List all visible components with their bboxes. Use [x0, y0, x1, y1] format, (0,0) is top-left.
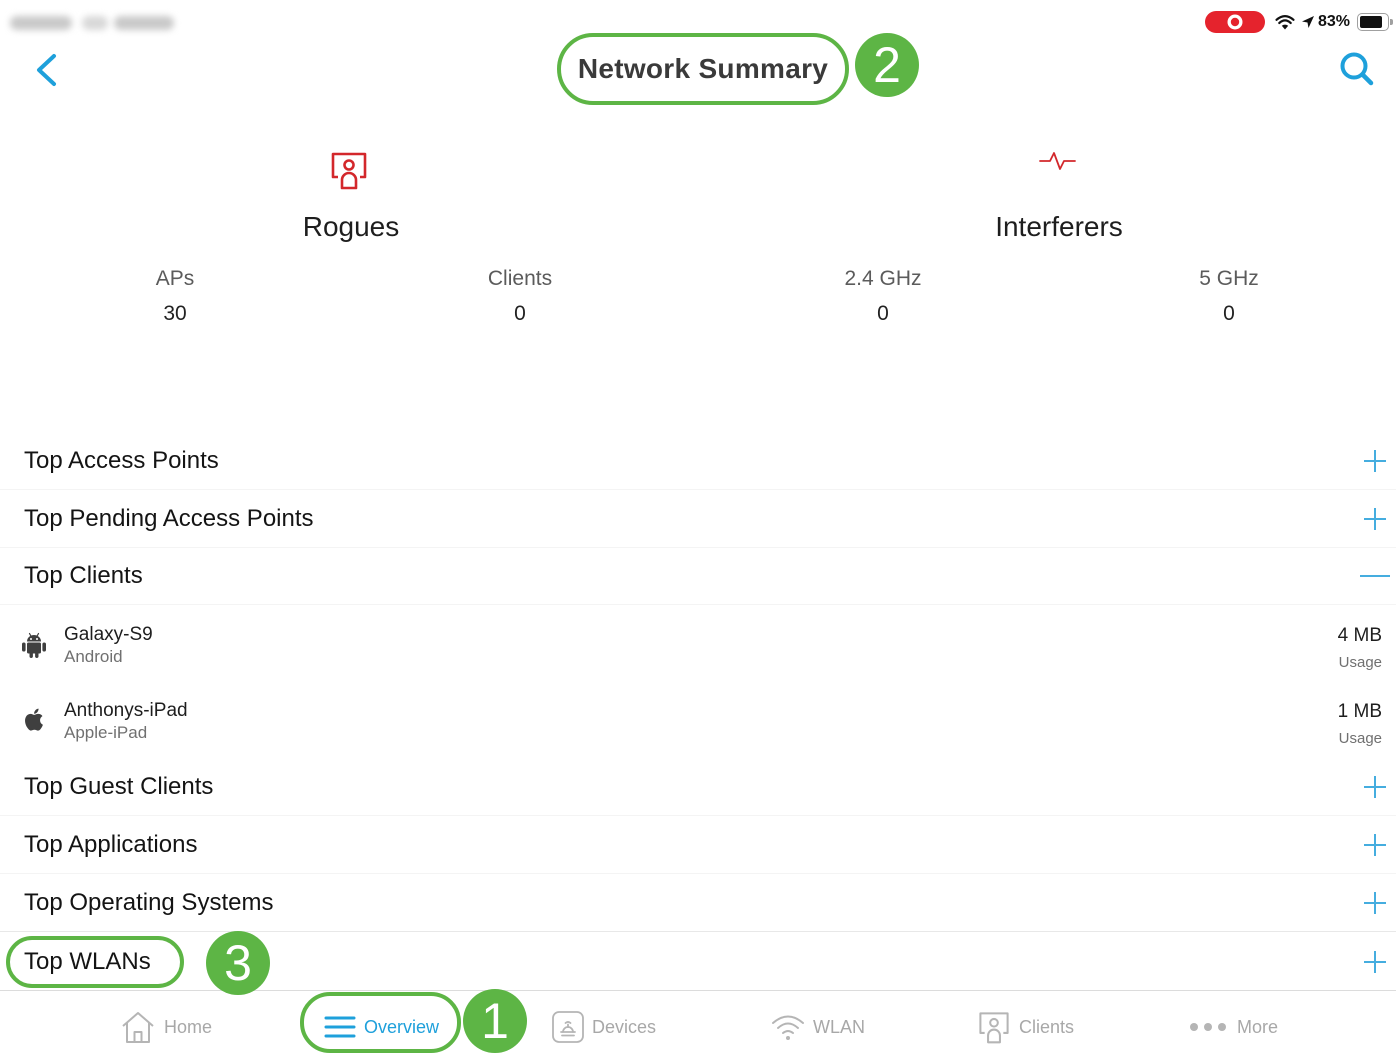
callout-number-badge: 3 [206, 931, 270, 995]
android-icon [21, 631, 47, 659]
rogue-clients-value: 0 [514, 302, 526, 325]
interferers-5ghz-label: 5 GHz [1199, 267, 1259, 290]
devices-icon [552, 1011, 584, 1043]
tab-bar: Home Overview Devices WLAN Clients More [0, 990, 1396, 1054]
plus-icon[interactable] [1363, 775, 1387, 799]
interferers-5ghz-value: 0 [1223, 302, 1235, 325]
section-top-pending-access-points[interactable]: Top Pending Access Points [0, 490, 1396, 548]
client-usage-label: Usage [1338, 730, 1382, 747]
interferers-24ghz-label: 2.4 GHz [844, 267, 922, 290]
rogue-aps-value: 30 [163, 302, 187, 325]
battery-percentage: 83% [1318, 13, 1351, 30]
client-name: Galaxy-S9 [64, 624, 153, 645]
section-label: Top Applications [24, 831, 198, 858]
tab-wlan[interactable]: WLAN [771, 999, 865, 1055]
pulse-icon [1039, 150, 1076, 172]
plus-icon[interactable] [1363, 891, 1387, 915]
tab-label: More [1237, 1016, 1279, 1037]
wifi-icon [771, 1013, 805, 1041]
client-device-type: Android [64, 647, 123, 666]
callout-number-badge: 1 [463, 989, 527, 1053]
section-label: Top Operating Systems [24, 889, 274, 916]
section-top-access-points[interactable]: Top Access Points [0, 432, 1396, 490]
interferers-title: Interferers [995, 211, 1123, 242]
tab-label: WLAN [813, 1016, 866, 1037]
status-bar-carrier-blurred [8, 8, 178, 38]
section-label: Top Access Points [24, 447, 219, 474]
callout-ring-overview-tab [300, 992, 461, 1053]
tab-home[interactable]: Home [120, 999, 212, 1055]
back-button[interactable] [30, 50, 62, 90]
tab-devices[interactable]: Devices [552, 999, 656, 1055]
tab-clients[interactable]: Clients [977, 999, 1074, 1055]
apple-icon [21, 705, 47, 733]
location-arrow-icon [1301, 15, 1315, 29]
clients-icon [977, 1010, 1011, 1044]
client-name: Anthonys-iPad [64, 700, 188, 721]
rogues-title: Rogues [302, 211, 400, 242]
client-list-item[interactable]: Galaxy-S9 Android 4 MB Usage [0, 605, 1396, 681]
interferers-24ghz-value: 0 [877, 302, 889, 325]
chevron-left-icon [30, 50, 62, 90]
rogue-icon [329, 150, 369, 190]
section-top-clients[interactable]: Top Clients [0, 547, 1396, 605]
tab-label: Clients [1019, 1016, 1075, 1037]
section-label: Top Guest Clients [24, 773, 214, 800]
section-label: Top Clients [24, 562, 143, 589]
tab-label: Home [164, 1016, 213, 1037]
rogue-clients-label: Clients [487, 267, 553, 290]
battery-icon [1357, 13, 1393, 31]
screen-recording-indicator[interactable] [1205, 11, 1265, 33]
search-button[interactable] [1336, 48, 1376, 88]
client-usage-label: Usage [1338, 654, 1382, 671]
callout-number-badge: 2 [855, 33, 919, 97]
wifi-signal-icon [1275, 14, 1295, 30]
plus-icon[interactable] [1363, 507, 1387, 531]
more-dots-icon [1190, 1022, 1226, 1032]
callout-ring-page-title [557, 33, 849, 105]
client-list-item[interactable]: Anthonys-iPad Apple-iPad 1 MB Usage [0, 681, 1396, 757]
rogue-aps-label: APs [155, 267, 195, 290]
battery-fill [1360, 16, 1382, 28]
plus-icon[interactable] [1363, 950, 1387, 974]
home-icon [120, 1010, 156, 1044]
tab-more[interactable]: More [1190, 999, 1278, 1055]
client-usage-value: 1 MB [1337, 701, 1382, 722]
callout-ring-top-wlans [6, 936, 184, 988]
battery-nub [1390, 18, 1393, 25]
section-top-applications[interactable]: Top Applications [0, 816, 1396, 874]
tab-label: Devices [592, 1016, 657, 1037]
minus-icon[interactable] [1360, 564, 1390, 588]
client-usage-value: 4 MB [1337, 625, 1382, 646]
client-device-type: Apple-iPad [64, 723, 148, 742]
plus-icon[interactable] [1363, 449, 1387, 473]
section-top-guest-clients[interactable]: Top Guest Clients [0, 758, 1396, 816]
top-clients-list: Galaxy-S9 Android 4 MB Usage Anthonys-iP… [0, 605, 1396, 757]
section-top-operating-systems[interactable]: Top Operating Systems [0, 874, 1396, 932]
section-label: Top Pending Access Points [24, 505, 314, 532]
plus-icon[interactable] [1363, 833, 1387, 857]
search-icon [1336, 48, 1376, 88]
